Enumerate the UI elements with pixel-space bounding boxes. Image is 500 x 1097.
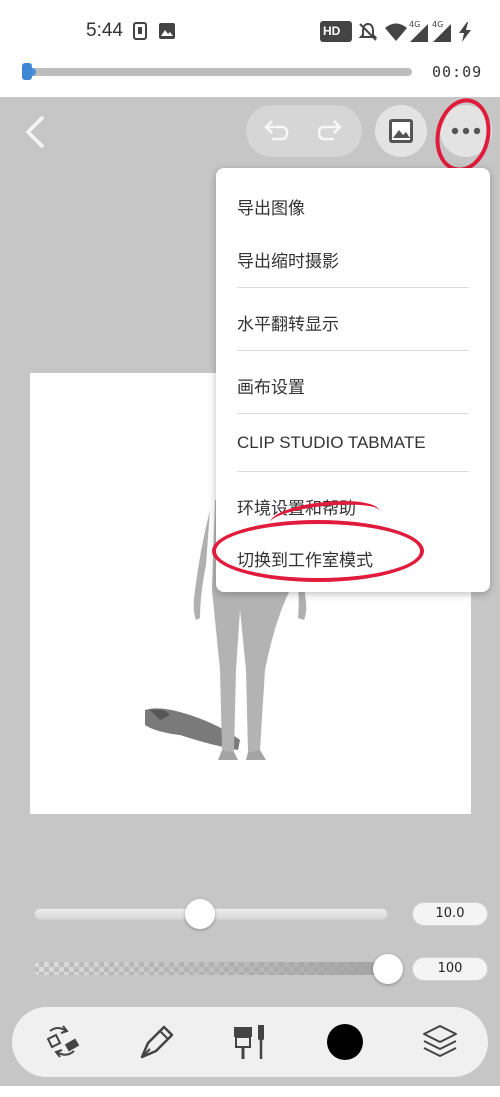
- back-button[interactable]: [18, 112, 54, 152]
- gallery-icon: [159, 23, 175, 39]
- back-icon: [25, 116, 44, 148]
- menu-item-export-image[interactable]: 导出图像: [237, 194, 469, 219]
- signal-4g-icon: [433, 24, 451, 42]
- system-navigation-bar: [0, 1086, 500, 1097]
- menu-item-canvas-settings[interactable]: 画布设置: [237, 373, 469, 398]
- redo-icon: [317, 120, 342, 141]
- status-time: 5:44: [86, 20, 123, 41]
- menu-divider: [237, 471, 469, 472]
- sim-icon: [133, 22, 147, 40]
- brush-size-slider-handle[interactable]: [185, 899, 215, 929]
- image-button[interactable]: [375, 105, 427, 157]
- tool-switch-button[interactable]: [40, 1021, 84, 1063]
- charging-icon: [459, 22, 471, 42]
- brush-size-value[interactable]: 10.0: [412, 902, 488, 926]
- menu-item-export-timelapse[interactable]: 导出缩时摄影: [237, 247, 469, 272]
- undo-icon: [264, 120, 289, 141]
- menu-divider: [237, 350, 469, 351]
- menu-divider: [237, 413, 469, 414]
- tool-switch-icon: [46, 1025, 80, 1058]
- hd-label: HD: [323, 24, 341, 38]
- undo-button[interactable]: [260, 117, 290, 145]
- opacity-slider-handle[interactable]: [373, 954, 403, 984]
- redo-button[interactable]: [316, 117, 346, 145]
- video-elapsed-time: 00:09: [432, 63, 483, 81]
- hd-voice-icon: HD: [320, 21, 352, 42]
- color-swatch[interactable]: [327, 1024, 363, 1060]
- opacity-value[interactable]: 100: [412, 957, 488, 981]
- video-seek-bar[interactable]: [24, 68, 412, 76]
- layers-icon: [423, 1025, 457, 1057]
- bottom-toolbar: [12, 1007, 488, 1077]
- menu-divider: [237, 287, 469, 288]
- layers-button[interactable]: [418, 1021, 462, 1063]
- signal-4g-icon: [410, 24, 428, 42]
- pen-icon: [140, 1025, 174, 1059]
- image-icon: [389, 119, 413, 143]
- more-icon: [451, 127, 481, 135]
- menu-item-preferences-help[interactable]: 环境设置和帮助: [237, 494, 469, 519]
- menu-item-flip-horizontal[interactable]: 水平翻转显示: [237, 310, 469, 335]
- brush-palette-icon: [234, 1025, 264, 1059]
- more-button[interactable]: [440, 105, 492, 157]
- undo-redo-group: [246, 105, 362, 157]
- overflow-menu: 导出图像 导出缩时摄影 水平翻转显示 画布设置 CLIP STUDIO TABM…: [216, 168, 490, 592]
- wifi-icon: [385, 23, 407, 41]
- mute-icon: [358, 22, 378, 41]
- status-bar: 5:44 HD 4G 4G: [0, 0, 500, 52]
- pen-tool-button[interactable]: [134, 1021, 178, 1063]
- menu-item-switch-studio-mode[interactable]: 切换到工作室模式: [237, 546, 469, 571]
- video-seek-handle[interactable]: [22, 63, 32, 80]
- menu-item-tabmate[interactable]: CLIP STUDIO TABMATE: [237, 433, 469, 453]
- opacity-slider[interactable]: [34, 962, 388, 975]
- brush-palette-button[interactable]: [228, 1021, 272, 1063]
